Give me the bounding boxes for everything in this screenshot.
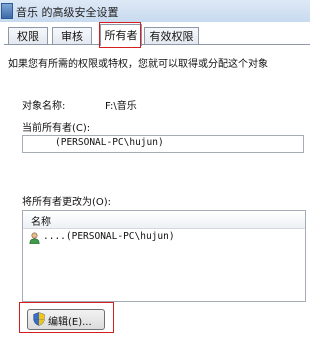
tab-permissions[interactable]: 权限 [8,27,48,45]
current-owner-value: (PERSONAL-PC\hujun) [55,137,164,148]
list-item-label: ....(PERSONAL-PC\hujun) [43,231,175,242]
tab-auditing[interactable]: 审核 [52,27,92,45]
current-owner-label: 当前所有者(C): [22,123,91,134]
tab-owner[interactable]: 所有者 [100,24,142,46]
object-name-value: F:\音乐 [105,101,137,112]
window-title: 音乐 的高级安全设置 [16,6,119,19]
title-bar: 音乐 的高级安全设置 [0,0,310,22]
owner-list[interactable]: 名称 ....(PERSONAL-PC\hujun) [22,210,306,302]
edit-button[interactable]: 编辑(E)... [27,309,105,330]
folder-icon [1,3,13,19]
list-header-name[interactable]: 名称 [23,211,305,229]
uac-shield-icon [33,312,45,326]
change-owner-label: 将所有者更改为(O): [22,197,112,208]
current-owner-field: (PERSONAL-PC\hujun) [22,135,304,153]
tab-effective-permissions[interactable]: 有效权限 [144,27,199,45]
edit-button-label: 编辑(E)... [48,317,92,328]
list-header-label: 名称 [31,217,51,228]
description-text: 如果您有所需的权限或特权，您就可以取得或分配这个对象 [8,59,268,70]
tab-divider [4,44,310,45]
user-icon [29,232,40,244]
list-item[interactable]: ....(PERSONAL-PC\hujun) [23,230,305,246]
object-name-label: 对象名称: [22,101,66,112]
